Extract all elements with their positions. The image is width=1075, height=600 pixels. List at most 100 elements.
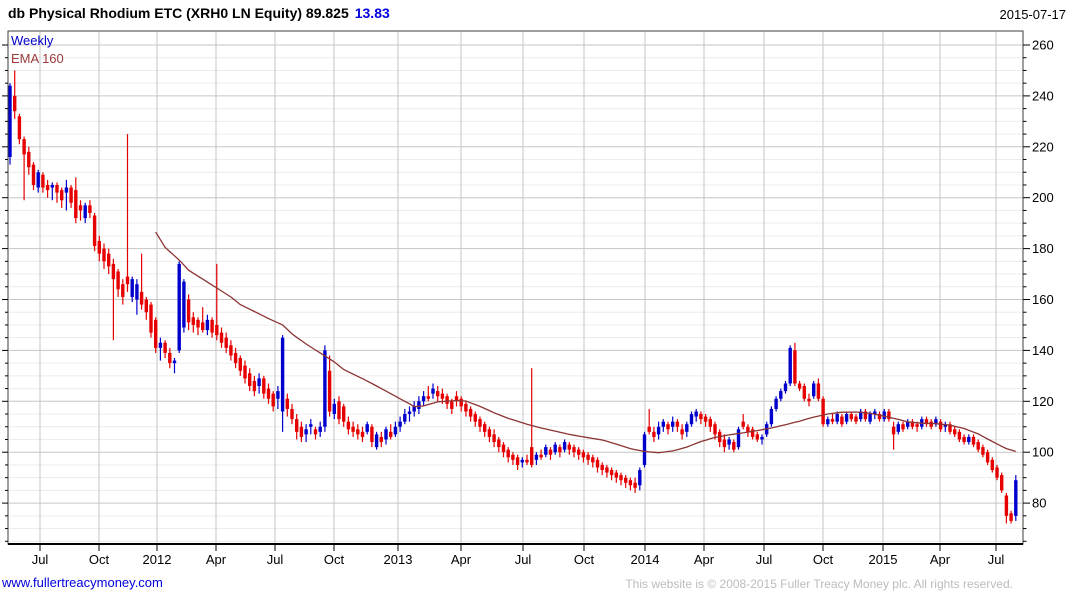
candle-down — [229, 340, 233, 361]
candle-down — [97, 235, 101, 262]
y-tick-label: 220 — [1032, 139, 1054, 154]
candle-down — [619, 472, 623, 486]
candle-down — [708, 416, 712, 432]
y-tick-label: 240 — [1032, 88, 1054, 103]
chart-window: db Physical Rhodium ETC (XRH0 LN Equity)… — [0, 0, 1075, 600]
candle-down — [290, 403, 294, 425]
candle-down — [558, 444, 562, 458]
candle-down — [511, 452, 515, 465]
candle-down — [168, 347, 172, 369]
candle-down — [121, 279, 125, 305]
candle-down — [78, 200, 83, 221]
y-tick-label: 160 — [1032, 292, 1054, 307]
candle-up — [694, 408, 698, 422]
price-chart: 260 240 220 200 180 160 140 120 100 80 Jul Oct 2012 A… — [2, 30, 1054, 567]
candle-up — [417, 396, 421, 415]
candle-down — [201, 307, 205, 333]
copyright-text: This website is © 2008-2015 Fuller Treac… — [625, 577, 1013, 591]
x-tick-label: Oct — [324, 552, 345, 567]
candle-down — [492, 429, 496, 448]
candle-up — [906, 419, 910, 430]
candle-down — [722, 434, 727, 453]
x-tick-label: Jul — [267, 552, 284, 567]
candle-down — [877, 411, 882, 422]
candle-down — [957, 429, 962, 443]
candle-down — [609, 467, 614, 481]
candle-up — [83, 202, 87, 224]
candle-up — [642, 431, 647, 468]
candle-down — [530, 368, 534, 468]
candle-down — [1009, 510, 1013, 524]
candle-up — [276, 386, 280, 409]
plot-border — [7, 30, 1024, 545]
candle-up — [407, 406, 412, 422]
candle-down — [154, 317, 158, 353]
candle-down — [478, 416, 482, 432]
y-tick-label: 200 — [1032, 190, 1054, 205]
x-tick-label: 2015 — [869, 552, 898, 567]
candle-down — [628, 477, 633, 491]
candle-down — [830, 414, 835, 425]
candle-down — [31, 162, 36, 191]
y-axis: 260 240 220 200 180 160 140 120 100 80 — [2, 38, 1054, 542]
candle-up — [130, 276, 134, 303]
x-tick-label: 2012 — [143, 552, 172, 567]
candle-down — [454, 391, 459, 407]
y-tick-label: 260 — [1032, 38, 1054, 53]
candle-up — [736, 426, 741, 450]
x-tick-label: Oct — [574, 552, 595, 567]
y-tick-label: 120 — [1032, 394, 1054, 409]
candle-down — [252, 375, 257, 397]
candle-down — [248, 368, 252, 392]
candle-up — [398, 416, 402, 432]
candle-down — [483, 421, 487, 437]
candle-down — [699, 411, 703, 425]
x-tick-label: Jul — [515, 552, 532, 567]
candle-down — [233, 347, 238, 369]
candle-down — [13, 70, 17, 119]
candle-down — [732, 439, 736, 453]
x-tick-label: 2014 — [631, 552, 660, 567]
candle-up — [671, 416, 675, 432]
candle-down — [600, 462, 604, 476]
candle-down — [718, 429, 722, 448]
candle-down — [102, 243, 106, 269]
candle-down — [351, 421, 355, 437]
candle-down — [863, 408, 868, 422]
candle-down — [891, 421, 896, 450]
candle-down — [840, 414, 844, 427]
candle-down — [69, 184, 73, 208]
x-tick-label: Jul — [756, 552, 773, 567]
x-tick-label: Apr — [451, 552, 472, 567]
candle-up — [257, 373, 261, 394]
candle-down — [243, 360, 247, 384]
candle-up — [280, 335, 285, 432]
candle-down — [313, 426, 318, 440]
candle-up — [36, 169, 40, 193]
candle-up — [8, 83, 12, 165]
candle-down — [149, 302, 153, 338]
candle-up — [656, 421, 661, 440]
x-tick-label: 2013 — [384, 552, 413, 567]
candle-down — [191, 312, 195, 333]
candle-up — [374, 431, 379, 450]
candle-down — [501, 442, 506, 458]
candle-down — [342, 403, 346, 427]
candle-up — [844, 411, 849, 425]
ema-line — [155, 231, 1016, 454]
candle-down — [962, 434, 966, 445]
candle-down — [116, 268, 120, 297]
x-tick-label: Apr — [206, 552, 227, 567]
candle-up — [783, 380, 788, 394]
candle-down — [755, 431, 759, 443]
candle-up — [760, 434, 764, 445]
candle-down — [238, 355, 242, 376]
candle-down — [459, 396, 463, 412]
candle-down — [953, 426, 957, 437]
candle-down — [675, 419, 680, 432]
candle-down — [548, 447, 553, 460]
candle-down — [515, 454, 520, 471]
candle-down — [901, 421, 905, 432]
candle-up — [158, 337, 163, 361]
candle-down — [854, 414, 858, 425]
